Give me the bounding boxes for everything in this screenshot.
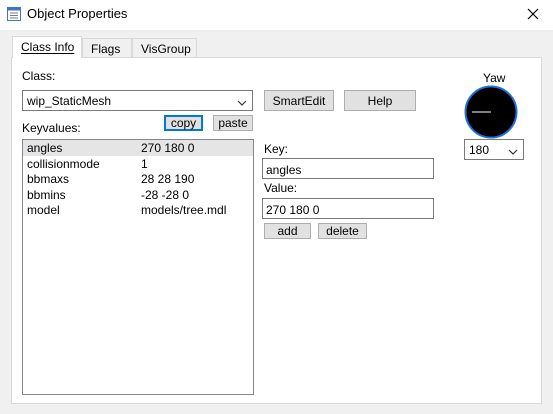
keyvalue-key: collisionmode [27,156,100,171]
yaw-label: Yaw [483,71,506,85]
add-button[interactable]: add [264,223,311,239]
keyvalues-label: Keyvalues: [22,121,81,135]
title-bar: Object Properties [0,0,553,30]
paste-button[interactable]: paste [213,115,253,131]
list-item[interactable]: model models/tree.mdl [23,202,253,218]
value-label: Value: [264,181,298,195]
value-field[interactable]: 270 180 0 [262,198,434,219]
tab-visgroup[interactable]: VisGroup [132,38,197,57]
keyvalue-key: bbmaxs [27,172,70,186]
key-field[interactable]: angles [262,158,434,179]
copy-button-label: copy [170,116,197,130]
tab-class-info[interactable]: Class Info [12,36,82,58]
help-button[interactable]: Help [344,90,416,111]
keyvalue-key: angles [27,141,63,155]
keyvalue-key: model [27,203,60,217]
help-button-label: Help [367,93,393,108]
keyvalue-value: 28 28 190 [141,172,195,186]
delete-button-label: delete [326,224,359,238]
keyvalue-key: bbmins [27,187,66,202]
close-icon [527,8,539,23]
list-item[interactable]: bbmins -28 -28 0 [23,187,253,203]
keyvalue-value: 1 [141,156,148,171]
keyvalue-value: 270 180 0 [141,141,195,155]
add-button-label: add [277,224,298,238]
keyvalues-list[interactable]: angles 270 180 0 collisionmode 1 bbmaxs … [22,139,254,395]
tab-label: Class Info [21,40,75,54]
copy-button[interactable]: copy [164,115,203,131]
chevron-down-icon [508,145,518,159]
yaw-select[interactable]: 180 [464,139,524,160]
list-item[interactable]: bbmaxs 28 28 190 [23,171,253,187]
paste-button-label: paste [218,116,248,130]
keyvalue-value: models/tree.mdl [141,203,227,217]
close-button[interactable] [513,0,553,30]
tab-label: VisGroup [141,42,191,56]
class-label: Class: [22,69,56,83]
properties-window-icon [7,7,21,24]
tab-flags[interactable]: Flags [82,38,132,57]
keyvalue-value: -28 -28 0 [141,187,190,202]
class-select[interactable]: wip_StaticMesh [22,90,253,111]
list-item[interactable]: angles 270 180 0 [23,140,253,156]
tab-label: Flags [91,42,121,56]
window-title: Object Properties [27,6,128,21]
yaw-dial[interactable] [464,85,518,142]
list-item[interactable]: collisionmode 1 [23,156,253,172]
class-select-value: wip_StaticMesh [27,94,112,108]
yaw-select-value: 180 [469,143,490,157]
smartedit-button-label: SmartEdit [272,93,326,108]
smartedit-button[interactable]: SmartEdit [264,90,334,111]
delete-button[interactable]: delete [318,223,367,239]
key-label: Key: [264,142,289,156]
chevron-down-icon [237,96,247,110]
